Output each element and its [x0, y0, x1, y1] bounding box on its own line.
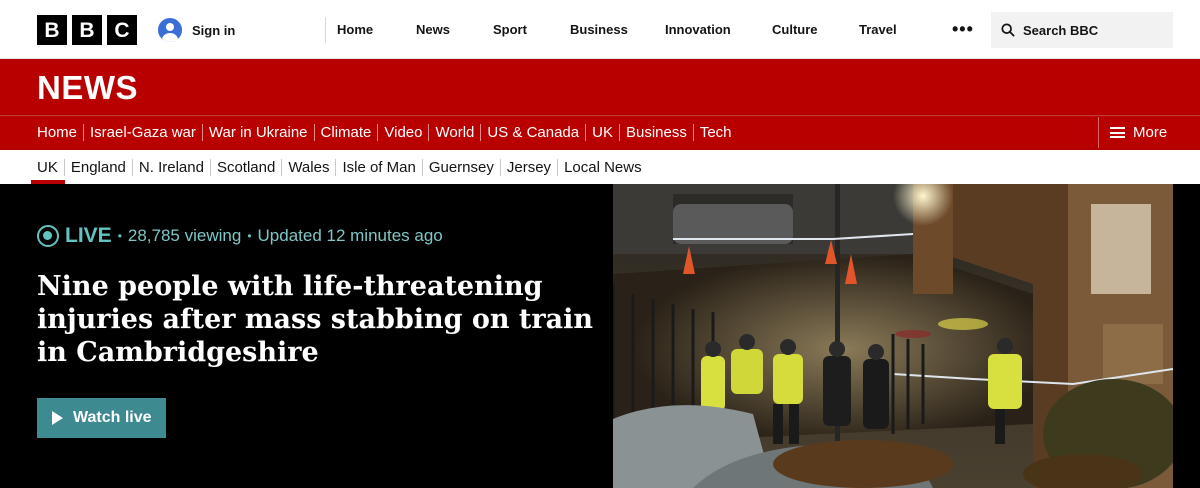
section-nav-item-world[interactable]: World	[422, 124, 474, 141]
more-label: More	[1133, 124, 1168, 141]
section-nav-item-business[interactable]: Business	[613, 124, 687, 141]
bbc-logo-block: B	[72, 15, 102, 45]
subnav-label: Local News	[564, 158, 642, 176]
sign-in-label: Sign in	[192, 22, 236, 38]
section-nav-label: Climate	[320, 124, 372, 141]
section-nav-label-active: UK	[592, 124, 613, 141]
section-nav-label: World	[435, 124, 475, 141]
nav-separator	[377, 124, 379, 141]
section-nav-item-us-canada[interactable]: US & Canada	[474, 124, 579, 141]
nav-separator	[83, 124, 85, 141]
section-nav-label: Israel-Gaza war	[90, 124, 196, 141]
subnav-label: Jersey	[506, 158, 552, 176]
subnav-label: England	[70, 158, 126, 176]
nav-separator	[209, 158, 211, 176]
topnav-home[interactable]: Home	[337, 22, 373, 37]
section-nav-label: Business	[625, 124, 687, 141]
user-avatar-icon	[158, 18, 182, 42]
section-nav-item-uk[interactable]: UK	[579, 124, 613, 141]
nav-separator	[585, 124, 587, 141]
section-nav-item-israel-gaza-war[interactable]: Israel-Gaza war	[77, 124, 196, 141]
more-button[interactable]: More	[1110, 124, 1167, 141]
topnav-business[interactable]: Business	[570, 22, 628, 37]
topnav-culture[interactable]: Culture	[772, 22, 818, 37]
nav-separator	[421, 158, 423, 176]
subnav-item-uk[interactable]: UK	[37, 158, 58, 176]
topnav-sport[interactable]: Sport	[493, 22, 527, 37]
meta-separator: •	[117, 229, 122, 243]
search-icon	[1001, 23, 1015, 37]
section-nav-item-video[interactable]: Video	[371, 124, 422, 141]
nav-separator	[313, 124, 315, 141]
night-scene-photo	[613, 184, 1173, 488]
nav-separator	[428, 124, 430, 141]
subnav-label: Guernsey	[428, 158, 494, 176]
news-banner: NEWS	[0, 59, 1200, 115]
uk-subnav: UK England N. Ireland Scotland Wales Isl…	[0, 150, 1200, 184]
search-label: Search BBC	[1023, 22, 1099, 38]
viewing-count: 28,785 viewing	[127, 226, 242, 245]
subnav-label: UK	[37, 158, 58, 176]
live-status: LIVE • 28,785 viewing • Updated 12 minut…	[37, 224, 443, 248]
nav-separator	[201, 124, 203, 141]
bbc-logo-block: B	[37, 15, 67, 45]
section-nav-item-home[interactable]: Home	[37, 124, 77, 141]
nav-separator	[618, 124, 620, 141]
section-nav-label: US & Canada	[487, 124, 580, 141]
search-box[interactable]: Search BBC	[991, 12, 1173, 48]
subnav-label: Isle of Man	[342, 158, 416, 176]
bbc-logo-block: C	[107, 15, 137, 45]
subnav-item-england[interactable]: England	[58, 158, 126, 176]
sign-in-button[interactable]: Sign in	[158, 18, 235, 42]
topnav-travel[interactable]: Travel	[859, 22, 897, 37]
subnav-label: N. Ireland	[138, 158, 204, 176]
live-label: LIVE	[65, 224, 112, 247]
more-menu-button[interactable]: •••	[952, 20, 974, 38]
topnav-innovation[interactable]: Innovation	[665, 22, 731, 37]
bbc-logo[interactable]: B B C	[37, 15, 137, 45]
news-brand[interactable]: NEWS	[37, 69, 138, 107]
nav-separator	[63, 158, 65, 176]
nav-separator	[335, 158, 337, 176]
subnav-label: Scotland	[216, 158, 276, 176]
subnav-item-jersey[interactable]: Jersey	[494, 158, 551, 176]
live-icon	[37, 225, 59, 247]
nav-separator	[557, 158, 559, 176]
section-nav-item-war-in-ukraine[interactable]: War in Ukraine	[196, 124, 308, 141]
nav-separator	[281, 158, 283, 176]
subnav-label: Wales	[288, 158, 330, 176]
hamburger-icon	[1110, 127, 1125, 138]
section-nav: Home Israel-Gaza war War in Ukraine Clim…	[0, 115, 1200, 150]
nav-separator	[692, 124, 694, 141]
section-nav-item-tech[interactable]: Tech	[687, 124, 732, 141]
hero-headline[interactable]: Nine people with life-threatening injuri…	[37, 270, 602, 369]
section-nav-label: Tech	[699, 124, 732, 141]
hero-image[interactable]	[613, 184, 1173, 488]
nav-separator	[499, 158, 501, 176]
nav-separator	[480, 124, 482, 141]
nav-separator	[131, 158, 133, 176]
header-divider	[325, 17, 326, 43]
subnav-item-scotland[interactable]: Scotland	[204, 158, 275, 176]
meta-separator: •	[247, 229, 252, 243]
subnav-item-n-ireland[interactable]: N. Ireland	[126, 158, 204, 176]
subnav-item-local-news[interactable]: Local News	[551, 158, 642, 176]
global-header: B B C Sign in Home News Sport Business I…	[0, 0, 1200, 59]
section-nav-label: War in Ukraine	[208, 124, 308, 141]
section-nav-label: Home	[37, 124, 78, 141]
more-divider	[1098, 117, 1099, 148]
watch-live-label: Watch live	[73, 409, 152, 426]
subnav-item-isle-of-man[interactable]: Isle of Man	[329, 158, 416, 176]
subnav-item-wales[interactable]: Wales	[275, 158, 329, 176]
section-nav-label: Video	[384, 124, 423, 141]
play-icon	[52, 411, 63, 425]
watch-live-button[interactable]: Watch live	[37, 398, 166, 438]
topnav-news[interactable]: News	[416, 22, 450, 37]
subnav-item-guernsey[interactable]: Guernsey	[416, 158, 494, 176]
section-nav-item-climate[interactable]: Climate	[308, 124, 372, 141]
updated-time: Updated 12 minutes ago	[257, 226, 443, 245]
